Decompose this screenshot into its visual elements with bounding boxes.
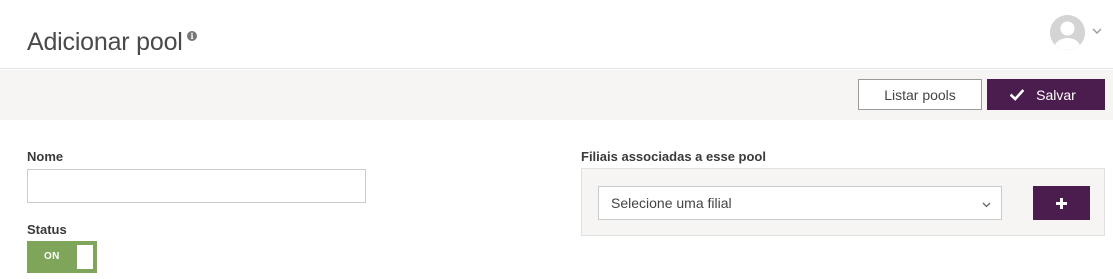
branches-label: Filiais associadas a esse pool <box>581 149 766 164</box>
chevron-down-icon[interactable] <box>1092 26 1102 36</box>
list-pools-button[interactable]: Listar pools <box>858 79 982 110</box>
branches-panel: Selecione uma filial <box>581 168 1105 236</box>
chevron-down-icon <box>982 202 991 208</box>
check-icon <box>1010 88 1025 101</box>
plus-icon <box>1056 197 1067 209</box>
status-toggle[interactable]: ON <box>27 241 97 273</box>
page-header: Adicionar pool i <box>0 0 1113 69</box>
user-avatar-icon[interactable] <box>1050 15 1085 50</box>
status-toggle-label: ON <box>44 251 60 262</box>
name-input[interactable] <box>27 169 366 203</box>
action-toolbar: Listar pools Salvar <box>0 70 1113 120</box>
page-title: Adicionar pool <box>27 28 183 56</box>
branch-select[interactable]: Selecione uma filial <box>598 186 1002 220</box>
status-label: Status <box>27 222 67 237</box>
add-branch-button[interactable] <box>1033 186 1090 220</box>
save-button-label: Salvar <box>1036 86 1076 103</box>
save-button[interactable]: Salvar <box>987 79 1105 110</box>
info-icon[interactable]: i <box>187 31 197 41</box>
name-label: Nome <box>27 149 64 164</box>
branch-select-value: Selecione uma filial <box>611 195 732 211</box>
status-toggle-knob <box>77 245 93 269</box>
